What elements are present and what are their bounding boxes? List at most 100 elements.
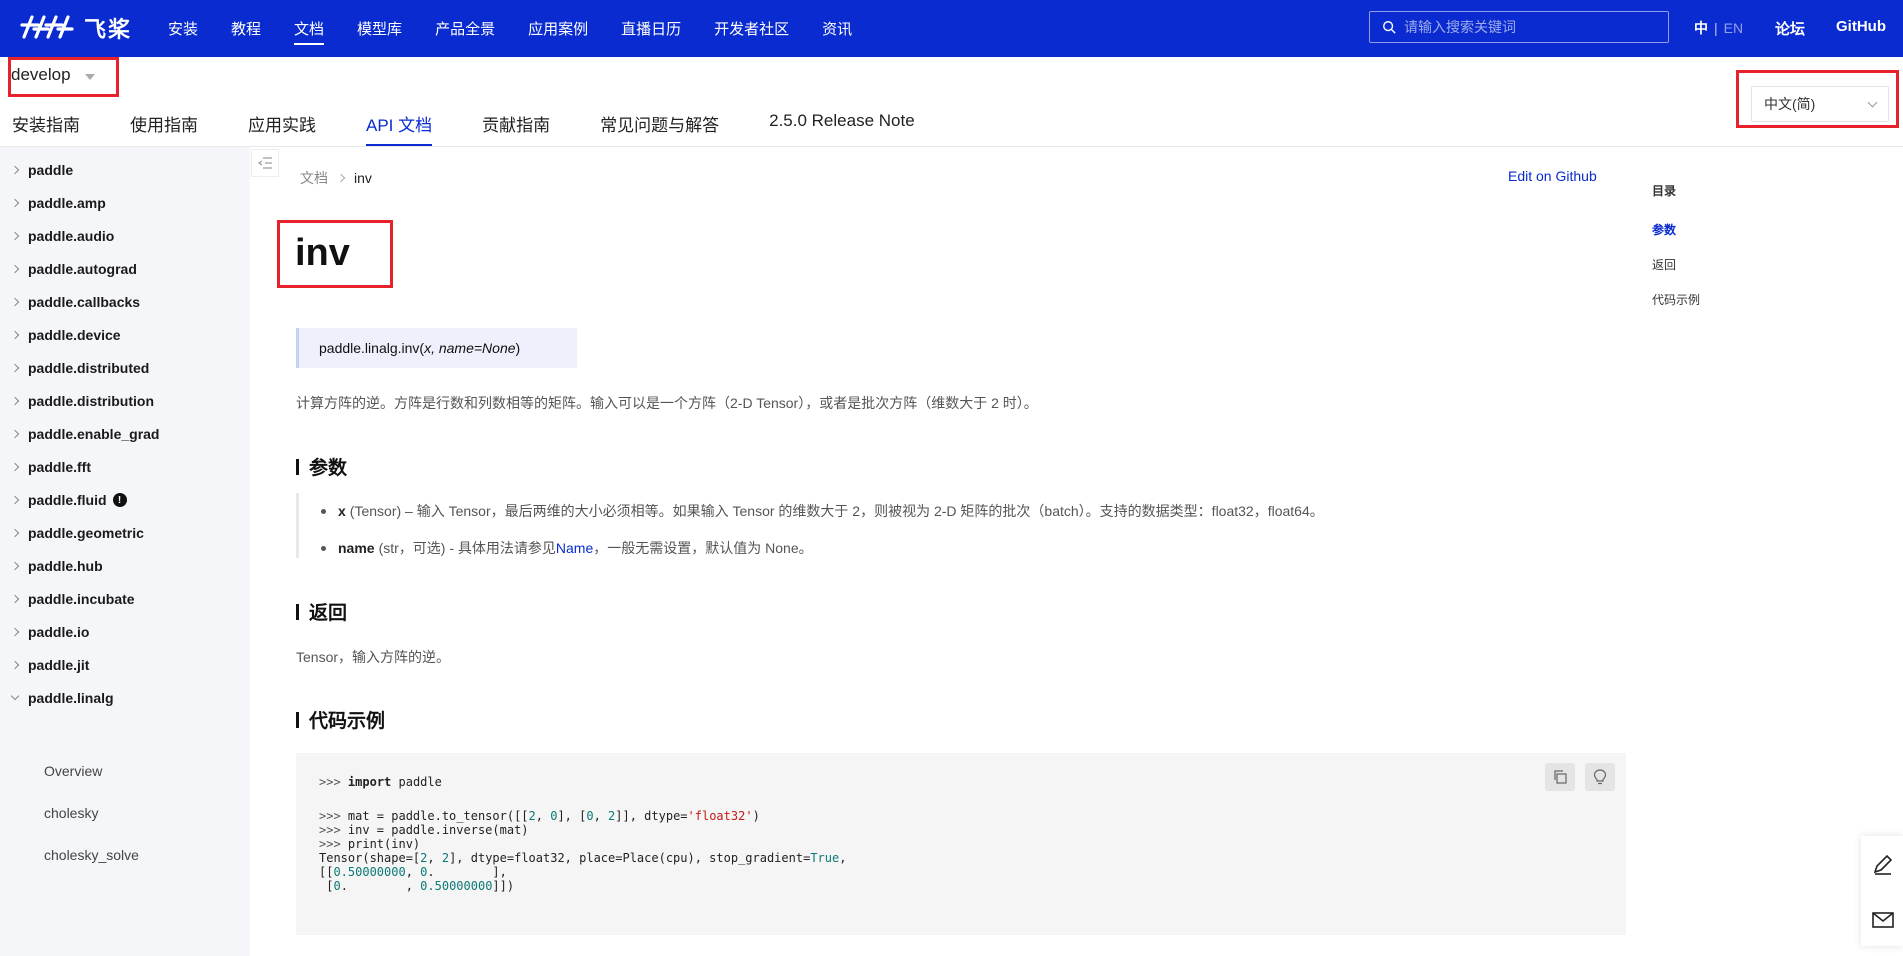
example-heading: 代码示例 — [296, 706, 385, 733]
sidebar-item[interactable]: paddle.linalg — [0, 678, 250, 718]
name-doc-link[interactable]: Name — [556, 540, 593, 556]
nav-item[interactable]: 产品全景 — [435, 0, 495, 57]
doc-tab[interactable]: 贡献指南 — [482, 100, 550, 146]
sidebar-item-label: paddle.distribution — [28, 393, 154, 409]
params-list: x (Tensor) – 输入 Tensor，最后两维的大小必须相等。如果输入 … — [296, 493, 1324, 558]
sidebar-item-label: paddle.device — [28, 327, 121, 343]
chevron-right-icon — [10, 495, 20, 505]
nav-item[interactable]: 应用案例 — [528, 0, 588, 57]
top-navigation-bar: 飞桨 安装教程文档模型库产品全景应用案例直播日历开发者社区资讯 中 | EN 论… — [0, 0, 1903, 57]
sidebar-collapse-button[interactable] — [251, 149, 279, 177]
breadcrumb-current: inv — [354, 170, 372, 186]
doc-tab[interactable]: 应用实践 — [248, 100, 316, 146]
code-line: Tensor(shape=[2, 2], dtype=float32, plac… — [319, 851, 847, 865]
api-sidebar: paddle paddle.amp paddle.audio paddle.autog… — [0, 147, 250, 956]
main-nav: 安装 教程 文档 模型库 产品全景 应用案例 直播日历 开发者社区 资讯 — [168, 0, 885, 57]
sidebar-item-label: paddle.linalg — [28, 690, 114, 706]
param-text-after: ，一般无需设置，默认值为 None。 — [593, 540, 813, 556]
sidebar-item-label: paddle.fluid — [28, 492, 107, 508]
doc-tab[interactable]: 使用指南 — [130, 100, 198, 146]
forum-link[interactable]: 论坛 — [1775, 18, 1805, 39]
sidebar-item-label: paddle.callbacks — [28, 294, 141, 310]
lang-zh-link[interactable]: 中 — [1694, 18, 1708, 38]
returns-heading: 返回 — [296, 598, 347, 625]
chevron-right-icon — [10, 264, 20, 274]
chevron-right-icon — [10, 363, 20, 373]
lang-en-link[interactable]: EN — [1724, 20, 1743, 36]
mail-icon[interactable] — [1871, 908, 1895, 932]
sidebar-item-label: paddle.distributed — [28, 360, 150, 376]
search-box[interactable] — [1369, 11, 1669, 43]
chevron-right-icon — [10, 231, 20, 241]
sidebar-subitem[interactable]: cholesky — [44, 805, 98, 821]
run-hint-button[interactable] — [1585, 763, 1615, 791]
api-signature: paddle.linalg.inv( x, name=None ) — [296, 328, 577, 368]
highlight-box-title — [277, 220, 393, 288]
chevron-right-icon — [10, 198, 20, 208]
doc-tab[interactable]: 安装指南 — [12, 100, 80, 146]
signature-args: x, name=None — [424, 340, 516, 356]
sidebar-subitem[interactable]: Overview — [44, 763, 102, 779]
doc-tab[interactable]: 2.5.0 Release Note — [769, 100, 915, 146]
nav-item[interactable]: 开发者社区 — [714, 0, 789, 57]
nav-item[interactable]: 教程 — [231, 0, 261, 57]
code-line: >>> mat = paddle.to_tensor([[2, 0], [0, … — [319, 809, 760, 823]
toc-item[interactable]: 返回 — [1652, 256, 1676, 273]
code-line: >>> print(inv) — [319, 837, 421, 851]
toc-item[interactable]: 参数 — [1652, 221, 1676, 238]
paddlepaddle-logo[interactable]: 飞桨 — [20, 9, 132, 47]
signature-suffix: ) — [515, 340, 521, 356]
nav-item[interactable]: 安装 — [168, 0, 198, 57]
param-item-x: x (Tensor) – 输入 Tensor，最后两维的大小必须相等。如果输入 … — [321, 501, 1324, 521]
sidebar-item-label: paddle — [28, 162, 74, 178]
breadcrumb-root[interactable]: 文档 — [300, 168, 328, 188]
floating-actions — [1861, 836, 1903, 946]
search-icon — [1383, 21, 1396, 34]
chevron-right-icon — [10, 297, 20, 307]
nav-item[interactable]: 直播日历 — [621, 0, 681, 57]
chevron-right-icon — [10, 594, 20, 604]
nav-item[interactable]: 资讯 — [822, 0, 852, 57]
sidebar-item-label: paddle.autograd — [28, 261, 137, 277]
nav-item[interactable]: 文档 — [294, 0, 325, 57]
sidebar-item-label: paddle.hub — [28, 558, 103, 574]
highlight-box-language — [1736, 70, 1899, 128]
sidebar-item-label: paddle.audio — [28, 228, 115, 244]
doc-tab[interactable]: 常见问题与解答 — [600, 100, 719, 146]
param-name: x — [338, 503, 346, 519]
chevron-right-icon — [10, 462, 20, 472]
edit-on-github-link[interactable]: Edit on Github — [1508, 168, 1597, 184]
sidebar-subitem[interactable]: cholesky_solve — [44, 847, 139, 863]
search-input[interactable] — [1404, 19, 1654, 35]
param-item-name: name (str，可选) - 具体用法请参见 Name ，一般无需设置，默认值… — [321, 538, 813, 558]
param-text: (Tensor) – 输入 Tensor，最后两维的大小必须相等。如果输入 Te… — [349, 503, 1324, 519]
code-example-block: >>> import paddle >>> mat = paddle.to_ten… — [296, 753, 1626, 935]
chevron-right-icon — [10, 330, 20, 340]
highlight-box-version — [8, 57, 119, 97]
sidebar-item-label: paddle.jit — [28, 657, 90, 673]
breadcrumb: 文档 inv — [300, 168, 372, 188]
sidebar-item-label: paddle.geometric — [28, 525, 144, 541]
sidebar-item-label: paddle.io — [28, 624, 90, 640]
doc-tabs: 安装指南 使用指南 应用实践 API 文档 贡献指南 常见问题与解答 2.5.0 Relea… — [12, 100, 965, 146]
copy-code-button[interactable] — [1545, 763, 1575, 791]
toc-item[interactable]: 代码示例 — [1652, 291, 1700, 308]
info-badge-icon: ! — [112, 493, 127, 507]
lightbulb-icon — [1593, 769, 1607, 785]
param-name: name — [338, 540, 375, 556]
code-line: >>> import paddle — [319, 775, 442, 789]
language-switch: 中 | EN — [1694, 18, 1743, 38]
bullet — [321, 545, 326, 551]
chevron-down-icon — [10, 691, 20, 701]
paddle-logo-icon — [20, 15, 74, 39]
params-heading: 参数 — [296, 453, 347, 480]
sidebar-item-label: paddle.fft — [28, 459, 91, 475]
github-link[interactable]: GitHub — [1836, 18, 1886, 35]
edit-pencil-icon[interactable] — [1871, 852, 1895, 876]
nav-item[interactable]: 模型库 — [357, 0, 402, 57]
doc-tab[interactable]: API 文档 — [366, 100, 433, 146]
param-text-before: (str，可选) - 具体用法请参见 — [378, 540, 556, 556]
chevron-right-icon — [336, 173, 346, 183]
chevron-right-icon — [10, 627, 20, 637]
code-line: >>> inv = paddle.inverse(mat) — [319, 823, 529, 837]
